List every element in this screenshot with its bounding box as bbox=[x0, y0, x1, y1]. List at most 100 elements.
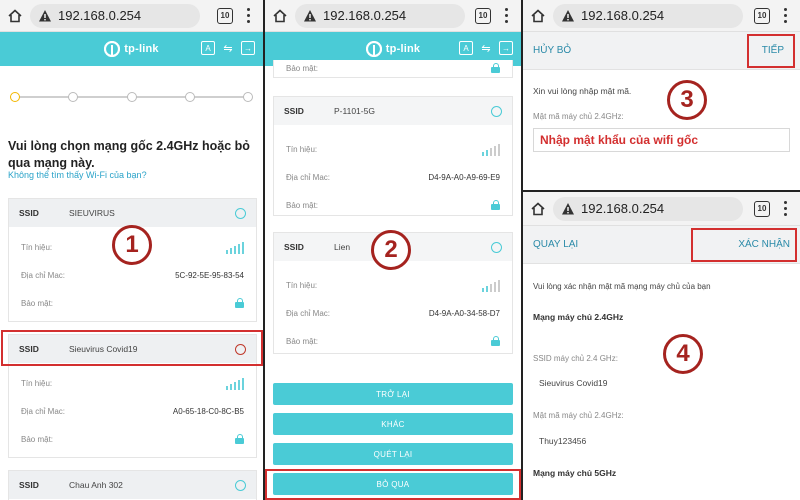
rescan-button[interactable]: QUÉT LẠI bbox=[273, 443, 513, 465]
warning-icon bbox=[561, 9, 575, 23]
ssid-24-label: SSID máy chủ 2.4 GHz: bbox=[533, 354, 618, 363]
panel-enter-password: 192.168.0.254 10 HỦY BỎ TIẾP Xin vui lòn… bbox=[523, 0, 800, 190]
step-dot bbox=[68, 92, 78, 102]
signal-icon bbox=[482, 142, 500, 156]
mac-value: D4-9A-A0-A9-69-E9 bbox=[428, 172, 500, 182]
security-label: Bảo mật: bbox=[286, 336, 319, 346]
ssid-label: SSID bbox=[284, 242, 304, 252]
tp-link-logo-icon bbox=[104, 41, 121, 57]
network-radio[interactable] bbox=[491, 241, 502, 253]
mac-value: D4-9A-A0-34-58-D7 bbox=[428, 308, 500, 318]
mac-label: Địa chỉ Mac: bbox=[21, 270, 66, 280]
password-field-label: Mật mã máy chủ 2.4GHz: bbox=[533, 112, 624, 121]
back-button[interactable]: QUAY LẠI bbox=[533, 239, 578, 250]
tabs-icon[interactable]: 10 bbox=[754, 200, 770, 217]
signal-label: Tín hiệu: bbox=[21, 378, 53, 388]
confirm-button[interactable]: XÁC NHẬN bbox=[738, 239, 790, 250]
ssid-label: SSID bbox=[19, 480, 39, 490]
browser-bar: 192.168.0.254 10 bbox=[0, 0, 263, 32]
security-label: Bảo mật: bbox=[21, 434, 54, 444]
skip-button[interactable]: BỎ QUA bbox=[273, 473, 513, 495]
ssid-label: SSID bbox=[284, 106, 304, 116]
url-text: 192.168.0.254 bbox=[581, 201, 665, 216]
network-radio[interactable] bbox=[235, 207, 246, 219]
browser-bar: 192.168.0.254 10 bbox=[523, 0, 800, 32]
panel-confirm-password: 192.168.0.254 10 QUAY LẠI XÁC NHẬN Vui l… bbox=[523, 192, 800, 500]
step-dot bbox=[10, 92, 20, 102]
ssid-label: SSID bbox=[19, 344, 39, 354]
warning-icon bbox=[561, 202, 575, 216]
ssid-value: P-1101-5G bbox=[334, 106, 375, 116]
switch-icon[interactable]: ⇋ bbox=[221, 41, 235, 55]
network-card[interactable]: SSID Chau Anh 302 bbox=[8, 470, 257, 500]
menu-icon[interactable] bbox=[241, 8, 255, 23]
ssid-label: SSID bbox=[19, 208, 39, 218]
tabs-icon[interactable]: 10 bbox=[217, 7, 233, 24]
tp-link-logo: tp-link bbox=[104, 41, 159, 57]
mac-value: A0-65-18-C0-8C-B5 bbox=[172, 406, 244, 416]
warning-icon bbox=[303, 9, 317, 23]
home-icon[interactable] bbox=[529, 7, 547, 25]
signal-label: Tín hiệu: bbox=[286, 144, 318, 154]
network-card[interactable]: SSID Sieuvirus Covid19 Tín hiệu: Địa chỉ… bbox=[8, 334, 257, 458]
home-icon[interactable] bbox=[271, 7, 289, 25]
lock-icon bbox=[491, 200, 500, 210]
signal-icon bbox=[482, 278, 500, 292]
mac-label: Địa chỉ Mac: bbox=[286, 308, 331, 318]
address-bar[interactable]: 192.168.0.254 bbox=[30, 3, 200, 28]
lock-icon bbox=[235, 298, 244, 308]
panel-more-networks: 192.168.0.254 10 tp-link A ⇋ → Bảo mật: … bbox=[265, 0, 521, 500]
back-button[interactable]: TRỞ LẠI bbox=[273, 383, 513, 405]
language-icon[interactable]: A bbox=[201, 41, 215, 55]
action-bar: QUAY LẠI XÁC NHẬN bbox=[523, 226, 800, 264]
tabs-icon[interactable]: 10 bbox=[475, 7, 491, 24]
mac-value: 5C-92-5E-95-83-54 bbox=[175, 270, 244, 280]
action-bar: HỦY BỎ TIẾP bbox=[523, 32, 800, 70]
address-bar[interactable]: 192.168.0.254 bbox=[295, 3, 465, 28]
home-icon[interactable] bbox=[6, 7, 24, 25]
home-icon[interactable] bbox=[529, 200, 547, 218]
browser-bar: 192.168.0.254 10 bbox=[523, 192, 800, 226]
mac-label: Địa chỉ Mac: bbox=[21, 406, 66, 416]
language-icon[interactable]: A bbox=[459, 41, 473, 55]
step-dot bbox=[127, 92, 137, 102]
password-input[interactable]: Nhập mật khẩu của wifi gốc bbox=[533, 128, 790, 152]
wifi-not-found-link[interactable]: Không thể tìm thấy Wi-Fi của bạn? bbox=[8, 170, 147, 180]
warning-icon bbox=[38, 9, 52, 23]
network-card-partial: Bảo mật: bbox=[273, 60, 513, 78]
signal-label: Tín hiệu: bbox=[21, 242, 53, 252]
security-label: Bảo mật: bbox=[286, 63, 319, 73]
lock-icon bbox=[491, 63, 500, 73]
logout-icon[interactable]: → bbox=[499, 41, 513, 55]
next-button[interactable]: TIẾP bbox=[762, 45, 784, 56]
password-24-value: Thuy123456 bbox=[539, 436, 587, 446]
network-card[interactable]: SSID P-1101-5G Tín hiệu: Địa chỉ Mac: D4… bbox=[273, 96, 513, 216]
menu-icon[interactable] bbox=[499, 8, 513, 23]
ssid-value: Chau Anh 302 bbox=[69, 480, 123, 490]
other-button[interactable]: KHÁC bbox=[273, 413, 513, 435]
menu-icon[interactable] bbox=[778, 201, 792, 216]
network-radio[interactable] bbox=[235, 343, 246, 355]
network-radio[interactable] bbox=[235, 479, 246, 491]
url-text: 192.168.0.254 bbox=[323, 8, 407, 23]
progress-steps bbox=[10, 92, 253, 102]
tabs-icon[interactable]: 10 bbox=[754, 7, 770, 24]
network-radio[interactable] bbox=[491, 105, 502, 117]
section-5ghz: Mạng máy chủ 5GHz bbox=[533, 468, 617, 478]
signal-label: Tín hiệu: bbox=[286, 280, 318, 290]
signal-icon bbox=[226, 240, 244, 254]
page-heading: Vui lòng chọn mạng gốc 2.4GHz hoặc bỏ qu… bbox=[8, 139, 250, 170]
menu-icon[interactable] bbox=[778, 8, 792, 23]
step-badge: 2 bbox=[371, 230, 411, 270]
panel-select-network: 192.168.0.254 10 tp-link A ⇋ → Vui lòng … bbox=[0, 0, 263, 500]
logo-text: tp-link bbox=[385, 43, 421, 55]
lock-icon bbox=[235, 434, 244, 444]
section-24ghz: Mạng máy chủ 2.4GHz bbox=[533, 312, 624, 322]
signal-icon bbox=[226, 376, 244, 390]
address-bar[interactable]: 192.168.0.254 bbox=[553, 196, 743, 221]
logout-icon[interactable]: → bbox=[241, 41, 255, 55]
switch-icon[interactable]: ⇋ bbox=[479, 41, 493, 55]
address-bar[interactable]: 192.168.0.254 bbox=[553, 3, 743, 28]
password-24-label: Mật mã máy chủ 2.4GHz: bbox=[533, 411, 624, 420]
cancel-button[interactable]: HỦY BỎ bbox=[533, 45, 571, 56]
